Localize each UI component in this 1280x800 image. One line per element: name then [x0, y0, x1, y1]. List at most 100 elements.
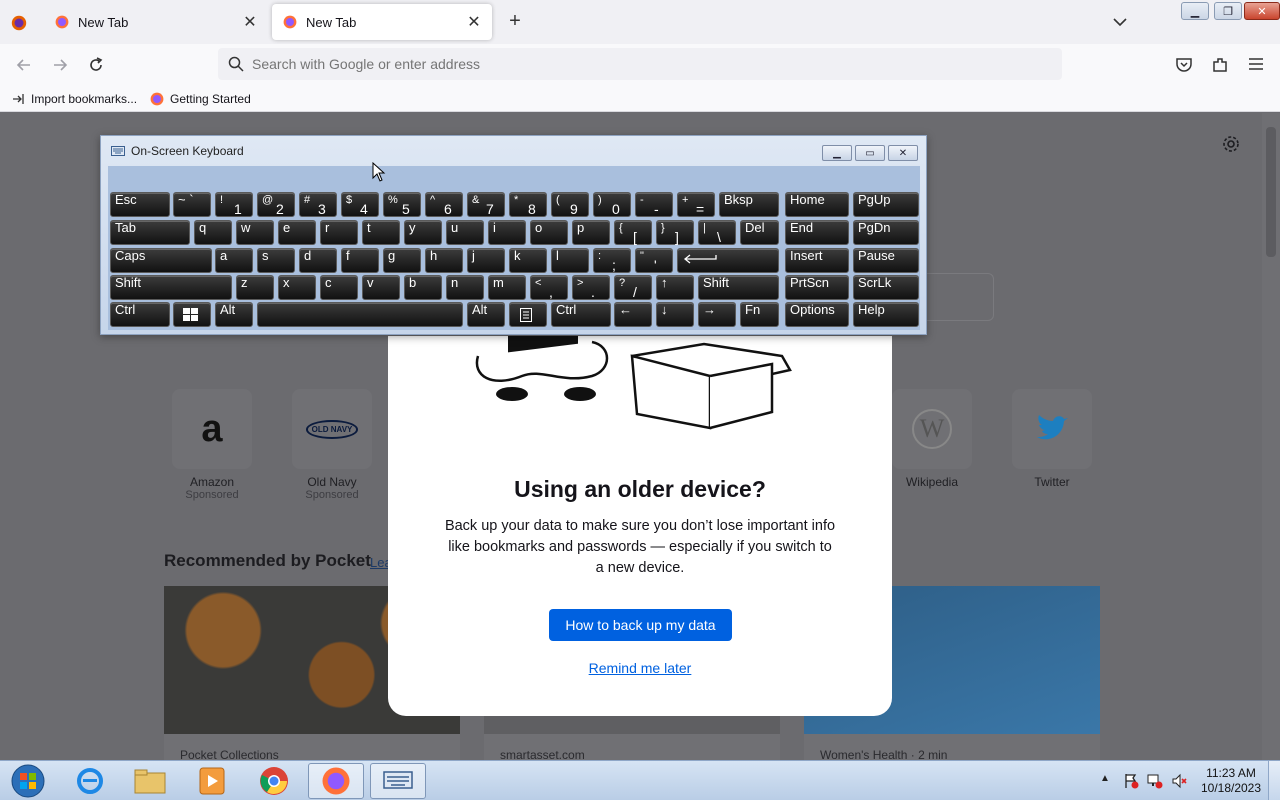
key-k[interactable]: k — [509, 248, 547, 273]
key-pause[interactable]: Pause — [853, 248, 919, 273]
key-help[interactable]: Help — [853, 302, 919, 327]
key-1[interactable]: ! 1 — [215, 192, 253, 217]
key-esc[interactable]: Esc — [110, 192, 170, 217]
key-t[interactable]: t — [362, 220, 400, 245]
key-caps[interactable]: Caps — [110, 248, 212, 273]
key-ctrl-left[interactable]: Ctrl — [110, 302, 170, 327]
gear-icon[interactable] — [1222, 135, 1240, 153]
key-right-arrow[interactable]: → — [698, 302, 736, 327]
key-i[interactable]: i — [488, 220, 526, 245]
key-s[interactable]: s — [257, 248, 295, 273]
key-p[interactable]: p — [572, 220, 610, 245]
key-0[interactable]: ) 0 — [593, 192, 631, 217]
menu-icon[interactable] — [1248, 56, 1264, 72]
reload-button[interactable] — [85, 54, 107, 76]
key-end[interactable]: End — [785, 220, 849, 245]
key-v[interactable]: v — [362, 275, 400, 300]
key-w[interactable]: w — [236, 220, 274, 245]
key-home[interactable]: Home — [785, 192, 849, 217]
key-j[interactable]: j — [467, 248, 505, 273]
key-f[interactable]: f — [341, 248, 379, 273]
show-desktop-button[interactable] — [1268, 761, 1280, 800]
key-alt-left[interactable]: Alt — [215, 302, 253, 327]
key-tab[interactable]: Tab — [110, 220, 190, 245]
network-icon[interactable] — [1147, 773, 1163, 789]
key-prtscn[interactable]: PrtScn — [785, 275, 849, 300]
key-insert[interactable]: Insert — [785, 248, 849, 273]
key-period[interactable]: >. — [572, 275, 610, 300]
restore-button[interactable]: ❐ — [1214, 2, 1242, 20]
key-r[interactable]: r — [320, 220, 358, 245]
key-q[interactable]: q — [194, 220, 232, 245]
key-space[interactable] — [257, 302, 463, 327]
key-menu[interactable] — [509, 302, 547, 327]
scrollbar[interactable] — [1262, 113, 1280, 760]
action-center-flag-icon[interactable] — [1123, 773, 1139, 789]
key-down-arrow[interactable]: ↓ — [656, 302, 694, 327]
key-a[interactable]: a — [215, 248, 253, 273]
key-quote[interactable]: " ' — [635, 248, 673, 273]
key-scrlk[interactable]: ScrLk — [853, 275, 919, 300]
close-tab-icon[interactable]: ✕ — [466, 12, 482, 32]
key-up-arrow[interactable]: ↑ — [656, 275, 694, 300]
tray-expand-icon[interactable]: ▲ — [1100, 773, 1110, 784]
address-bar[interactable] — [218, 48, 1062, 80]
key-3[interactable]: #3 — [299, 192, 337, 217]
bookmark-getting-started[interactable]: Getting Started — [143, 91, 257, 107]
key-5[interactable]: % 5 — [383, 192, 421, 217]
key-pgup[interactable]: PgUp — [853, 192, 919, 217]
osk-minimize-button[interactable]: ▁ — [822, 145, 852, 161]
forward-button[interactable] — [49, 54, 71, 76]
taskbar-file-explorer[interactable] — [122, 763, 178, 799]
key-semicolon[interactable]: :; — [593, 248, 631, 273]
key-d[interactable]: d — [299, 248, 337, 273]
taskbar-media-player[interactable] — [184, 763, 240, 799]
key-slash[interactable]: ? / — [614, 275, 652, 300]
key-c[interactable]: c — [320, 275, 358, 300]
key-g[interactable]: g — [383, 248, 421, 273]
key-comma[interactable]: <, — [530, 275, 568, 300]
key-bksp[interactable]: Bksp — [719, 192, 779, 217]
osk-restore-button[interactable]: ▭ — [855, 145, 885, 161]
key-m[interactable]: m — [488, 275, 526, 300]
key-o[interactable]: o — [530, 220, 568, 245]
key-rbracket[interactable]: }] — [656, 220, 694, 245]
key-del[interactable]: Del — [740, 220, 779, 245]
osk-titlebar[interactable]: On-Screen Keyboard — [101, 136, 926, 166]
new-tab-button[interactable]: + — [504, 10, 526, 32]
top-site-old-navy[interactable]: OLD NAVY Old Navy Sponsored — [284, 389, 380, 501]
key-enter[interactable] — [677, 248, 779, 273]
taskbar-internet-explorer[interactable] — [62, 763, 118, 799]
key-6[interactable]: ^ 6 — [425, 192, 463, 217]
pocket-icon[interactable] — [1175, 56, 1193, 74]
key-equals[interactable]: + = — [677, 192, 715, 217]
key-y[interactable]: y — [404, 220, 442, 245]
extensions-icon[interactable] — [1211, 56, 1229, 74]
key-minus[interactable]: -- — [635, 192, 673, 217]
system-clock[interactable]: 11:23 AM 10/18/2023 — [1196, 766, 1266, 796]
key-7[interactable]: & 7 — [467, 192, 505, 217]
remind-later-link[interactable]: Remind me later — [388, 660, 892, 676]
key-shift-left[interactable]: Shift — [110, 275, 232, 300]
key-4[interactable]: $4 — [341, 192, 379, 217]
url-input[interactable] — [252, 56, 952, 72]
key-options[interactable]: Options — [785, 302, 849, 327]
key-n[interactable]: n — [446, 275, 484, 300]
top-site-amazon[interactable]: a Amazon Sponsored — [164, 389, 260, 501]
key-e[interactable]: e — [278, 220, 316, 245]
key-8[interactable]: * 8 — [509, 192, 547, 217]
key-windows[interactable] — [173, 302, 211, 327]
key-backslash[interactable]: | \ — [698, 220, 736, 245]
key-lbracket[interactable]: {[ — [614, 220, 652, 245]
key-9[interactable]: (9 — [551, 192, 589, 217]
key-ctrl-right[interactable]: Ctrl — [551, 302, 611, 327]
key-u[interactable]: u — [446, 220, 484, 245]
volume-muted-icon[interactable] — [1171, 773, 1187, 789]
key-left-arrow[interactable]: ← — [614, 302, 652, 327]
key-z[interactable]: z — [236, 275, 274, 300]
top-site-wikipedia[interactable]: W Wikipedia — [884, 389, 980, 489]
key-x[interactable]: x — [278, 275, 316, 300]
minimize-button[interactable]: ▁ — [1181, 2, 1209, 20]
taskbar-chrome[interactable] — [246, 763, 302, 799]
backup-data-button[interactable]: How to back up my data — [549, 609, 732, 641]
